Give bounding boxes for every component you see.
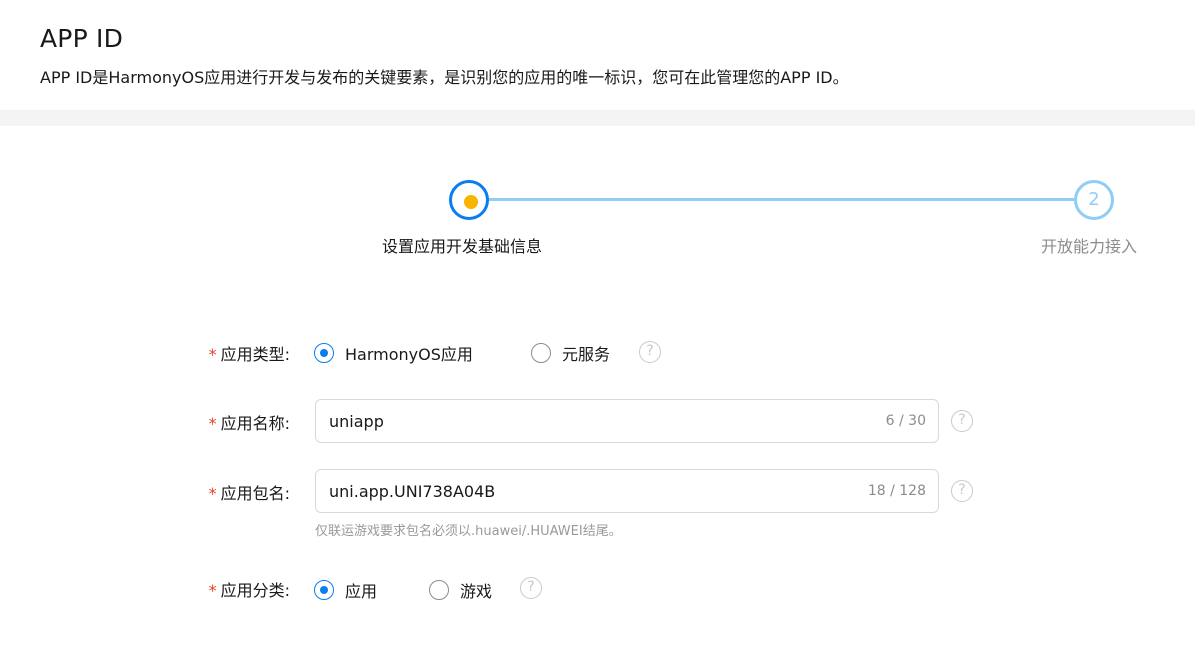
required-mark: * xyxy=(208,581,217,600)
page-title: APP ID xyxy=(40,24,124,53)
radio-unchecked-icon xyxy=(531,343,551,363)
app-name-label: * 应用名称: xyxy=(208,414,290,433)
required-mark: * xyxy=(208,414,217,433)
app-type-help-icon[interactable]: ? xyxy=(639,341,661,363)
package-name-hint: 仅联运游戏要求包名必须以.huawei/.HUAWEI结尾。 xyxy=(315,524,622,539)
app-category-label: * 应用分类: xyxy=(208,581,290,600)
page-header: APP ID APP ID是HarmonyOS应用进行开发与发布的关键要素，是识… xyxy=(0,0,1195,110)
current-step-dot-icon xyxy=(464,195,478,209)
radio-category-app-label: 应用 xyxy=(345,582,378,601)
step-2-indicator: 2 xyxy=(1074,180,1114,220)
app-name-char-counter: 6 / 30 xyxy=(885,413,926,429)
step-1-label: 设置应用开发基础信息 xyxy=(382,237,543,256)
app-name-field[interactable]: 6 / 30 xyxy=(315,399,939,443)
app-category-help-icon[interactable]: ? xyxy=(520,577,542,599)
package-name-help-icon[interactable]: ? xyxy=(951,480,973,502)
radio-category-game[interactable]: 游戏 xyxy=(429,578,492,602)
radio-unchecked-icon xyxy=(429,580,449,600)
app-type-label: * 应用类型: xyxy=(208,345,290,364)
package-name-label: * 应用包名: xyxy=(208,484,290,503)
step-2-label: 开放能力接入 xyxy=(1041,237,1138,256)
radio-atomic-service[interactable]: 元服务 xyxy=(531,341,610,365)
header-divider xyxy=(0,110,1195,126)
page-description: APP ID是HarmonyOS应用进行开发与发布的关键要素，是识别您的应用的唯… xyxy=(40,68,849,87)
step-1-indicator xyxy=(449,180,489,220)
radio-atomic-service-label: 元服务 xyxy=(562,345,611,364)
radio-harmonyos-app[interactable]: HarmonyOS应用 xyxy=(314,341,473,365)
package-name-input[interactable] xyxy=(329,470,849,512)
app-name-help-icon[interactable]: ? xyxy=(951,410,973,432)
required-mark: * xyxy=(208,345,217,364)
radio-harmonyos-app-label: HarmonyOS应用 xyxy=(345,345,473,364)
package-name-field[interactable]: 18 / 128 xyxy=(315,469,939,513)
radio-category-app[interactable]: 应用 xyxy=(314,578,377,602)
app-name-input[interactable] xyxy=(329,400,849,442)
required-mark: * xyxy=(208,484,217,503)
stepper-connector-line xyxy=(488,198,1074,201)
radio-category-game-label: 游戏 xyxy=(460,582,493,601)
package-name-char-counter: 18 / 128 xyxy=(867,483,926,499)
radio-checked-icon xyxy=(314,343,334,363)
radio-checked-icon xyxy=(314,580,334,600)
